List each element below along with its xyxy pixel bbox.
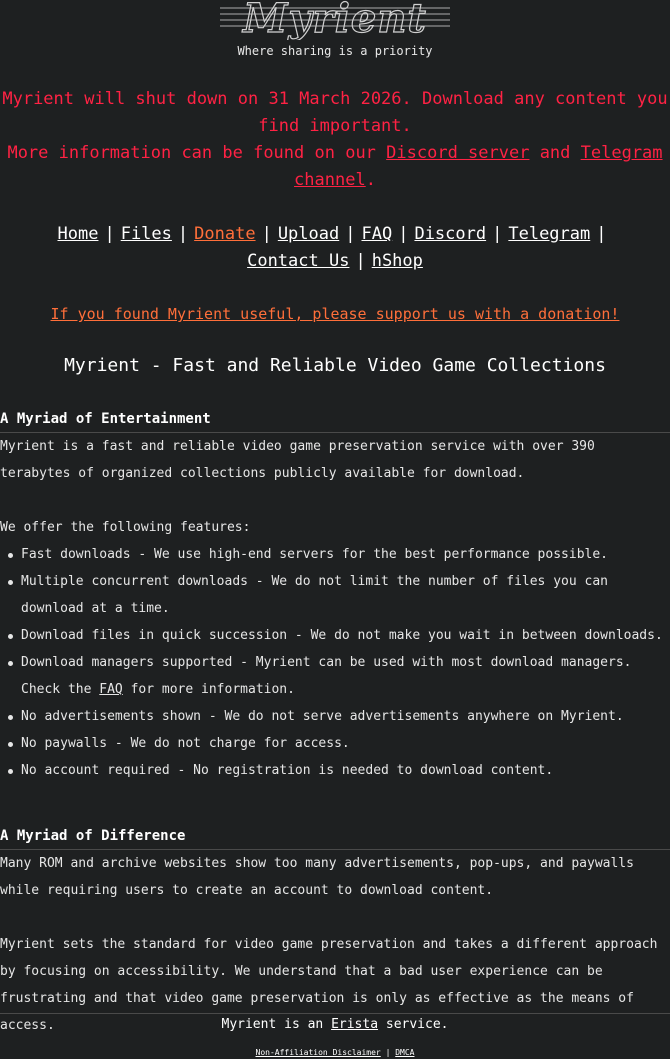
list-item: Download files in quick succession - We …: [8, 622, 670, 649]
footer-text: service.: [378, 1017, 449, 1032]
list-item: Multiple concurrent downloads - We do no…: [8, 568, 670, 622]
page-headline: Myrient - Fast and Reliable Video Game C…: [64, 355, 606, 376]
footer-divider: [0, 1013, 670, 1014]
nav-separator: |: [492, 224, 503, 244]
notice-line1: Myrient will shut down on 31 March 2026.…: [2, 89, 668, 136]
notice-text: More information can be found on our: [7, 143, 387, 163]
notice-line2: More information can be found on our Dis…: [0, 140, 670, 194]
section-title: A Myriad of Difference: [0, 826, 670, 850]
nav-faq[interactable]: FAQ: [361, 224, 392, 244]
faq-link[interactable]: FAQ: [99, 682, 122, 697]
donation-banner: If you found Myrient useful, please supp…: [0, 305, 670, 323]
difference-paragraph-1: Many ROM and archive websites show too m…: [0, 856, 634, 898]
nav-discord[interactable]: Discord: [414, 224, 486, 244]
section-entertainment: A Myriad of Entertainment Myrient is a f…: [0, 409, 670, 784]
nav-contact[interactable]: Contact Us: [247, 251, 349, 271]
dmca-link[interactable]: DMCA: [395, 1048, 414, 1057]
list-item: No account required - No registration is…: [8, 757, 670, 784]
nav-home[interactable]: Home: [58, 224, 99, 244]
nav-separator: |: [104, 224, 115, 244]
nav-separator: |: [177, 224, 189, 244]
footer: Myrient is an Erista service.: [0, 1017, 670, 1032]
donation-link[interactable]: If you found Myrient useful, please supp…: [51, 305, 620, 323]
features-list: Fast downloads - We use high-end servers…: [0, 541, 670, 784]
list-item: Download managers supported - Myrient ca…: [8, 649, 670, 703]
footer-text: Myrient is an: [221, 1017, 332, 1032]
list-item: No paywalls - We do not charge for acces…: [8, 730, 670, 757]
nav-telegram[interactable]: Telegram: [508, 224, 590, 244]
notice-text: .: [365, 170, 376, 190]
shutdown-notice: Myrient will shut down on 31 March 2026.…: [0, 86, 670, 194]
list-item: Fast downloads - We use high-end servers…: [8, 541, 670, 568]
discord-server-link[interactable]: Discord server: [386, 143, 529, 163]
notice-text: and: [529, 143, 581, 163]
nav-separator: |: [596, 224, 607, 244]
nav-separator: |: [355, 251, 366, 271]
nav-separator: |: [398, 224, 409, 244]
erista-link[interactable]: Erista: [331, 1017, 378, 1032]
nav-separator: |: [345, 224, 356, 244]
footer-links: Non-Affiliation Disclaimer | DMCA: [0, 1048, 670, 1057]
nav-hshop[interactable]: hShop: [372, 251, 423, 271]
nav-files[interactable]: Files: [121, 224, 172, 244]
tagline: Where sharing is a priority: [237, 44, 433, 58]
list-item: No advertisements shown - We do not serv…: [8, 703, 670, 730]
nav-upload[interactable]: Upload: [278, 224, 339, 244]
myrient-logo[interactable]: Myrient: [0, 0, 670, 40]
disclaimer-link[interactable]: Non-Affiliation Disclaimer: [256, 1048, 381, 1057]
section-title: A Myriad of Entertainment: [0, 409, 670, 433]
main-nav: Home | Files | Donate | Upload | FAQ | Discord | Tel…: [0, 221, 670, 275]
logo-wordmark: Myrient: [220, 0, 450, 40]
intro-paragraph: Myrient is a fast and reliable video gam…: [0, 439, 595, 481]
nav-donate[interactable]: Donate: [194, 224, 255, 244]
nav-separator: |: [261, 224, 272, 244]
section-difference: A Myriad of Difference Many ROM and arch…: [0, 826, 670, 1039]
feature-text: for more information.: [122, 682, 295, 697]
features-intro: We offer the following features:: [0, 520, 251, 535]
footer-separator: |: [385, 1048, 391, 1057]
